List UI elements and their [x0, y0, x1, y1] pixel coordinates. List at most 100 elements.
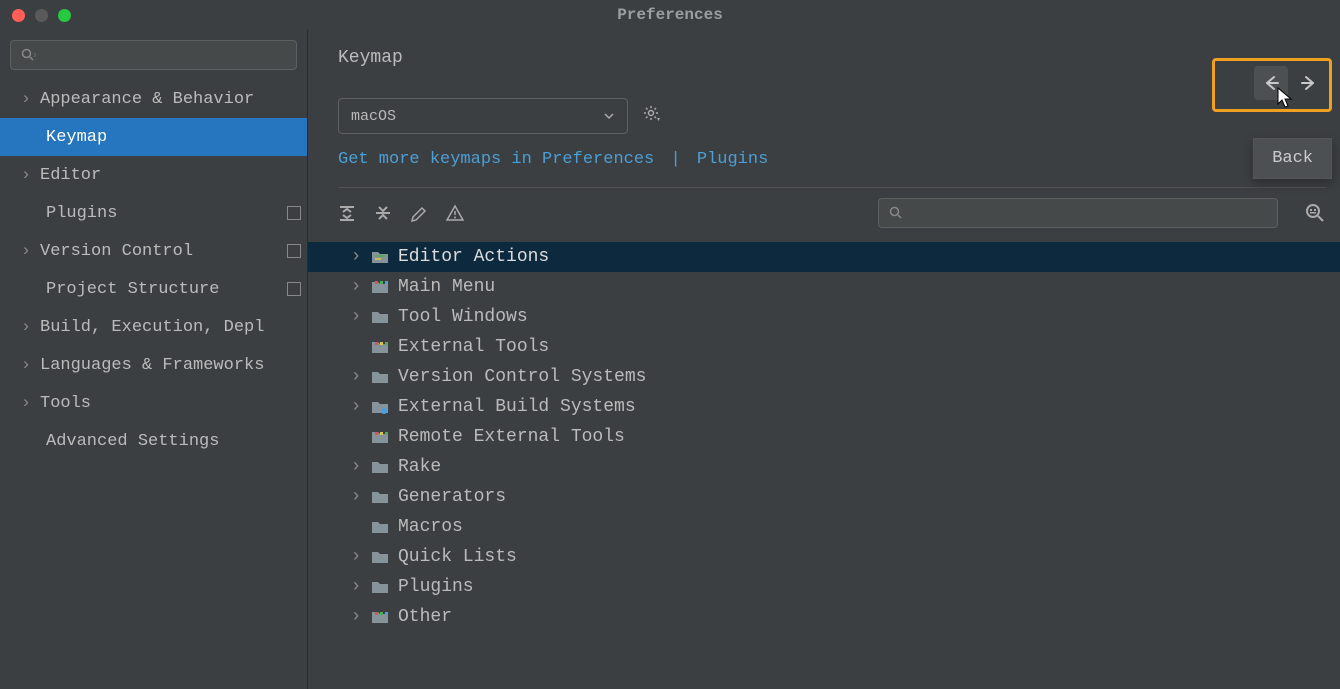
sidebar: ›Appearance & Behavior Keymap ›Editor Pl… [0, 30, 308, 689]
edit-icon[interactable] [410, 204, 428, 222]
page-title: Keymap [338, 48, 403, 68]
get-keymaps-link[interactable]: Get more keymaps in Preferences [338, 150, 654, 169]
tree-item-label: Generators [398, 487, 506, 507]
chevron-right-icon: › [350, 367, 362, 387]
tree-item-editor-actions[interactable]: › Editor Actions [308, 242, 1340, 272]
tree-item-tool-windows[interactable]: › Tool Windows [308, 302, 1340, 332]
nav-back-button[interactable] [1254, 66, 1288, 100]
tree-item-generators[interactable]: › Generators [308, 482, 1340, 512]
tree-item-main-menu[interactable]: › Main Menu [308, 272, 1340, 302]
chevron-right-icon: › [350, 397, 362, 417]
tree-item-label: Rake [398, 457, 441, 477]
traffic-lights [12, 9, 71, 22]
folder-icon [370, 519, 390, 535]
chevron-down-icon [603, 110, 615, 122]
tree-item-label: Macros [398, 517, 463, 537]
sidebar-item-advanced[interactable]: Advanced Settings [0, 422, 307, 460]
tree-item-label: Remote External Tools [398, 427, 625, 447]
actions-tree: › Editor Actions › Main Menu › Tool Wind… [308, 242, 1340, 632]
scheme-value: macOS [351, 108, 396, 125]
tree-item-label: Other [398, 607, 452, 627]
tree-item-rake[interactable]: › Rake [308, 452, 1340, 482]
tree-item-label: Editor Actions [398, 247, 549, 267]
folder-icon [370, 309, 390, 325]
chevron-right-icon: › [350, 577, 362, 597]
ext-folder-icon [370, 339, 390, 355]
warning-icon[interactable] [446, 204, 464, 222]
search-icon [20, 47, 36, 63]
tree-item-quick-lists[interactable]: › Quick Lists [308, 542, 1340, 572]
other-folder-icon [370, 609, 390, 625]
arrow-right-icon [1300, 74, 1318, 92]
chevron-right-icon: › [18, 166, 34, 185]
sidebar-item-appearance[interactable]: ›Appearance & Behavior [0, 80, 307, 118]
sidebar-item-project-structure[interactable]: Project Structure [0, 270, 307, 308]
chevron-right-icon: › [350, 277, 362, 297]
search-icon [888, 205, 904, 221]
folder-special-icon [370, 249, 390, 265]
chevron-right-icon: › [350, 487, 362, 507]
tree-item-label: External Tools [398, 337, 549, 357]
content-pane: Keymap Back macOS Get more keymaps [308, 30, 1340, 689]
sidebar-item-editor[interactable]: ›Editor [0, 156, 307, 194]
folder-icon [370, 369, 390, 385]
chevron-right-icon: › [350, 457, 362, 477]
chevron-right-icon: › [18, 356, 34, 375]
chevron-right-icon: › [350, 307, 362, 327]
tree-item-label: Quick Lists [398, 547, 517, 567]
tree-item-remote-ext[interactable]: Remote External Tools [308, 422, 1340, 452]
project-badge-icon [287, 282, 301, 296]
tree-item-plugins[interactable]: › Plugins [308, 572, 1340, 602]
tree-item-ext-build[interactable]: › External Build Systems [308, 392, 1340, 422]
folder-icon [370, 579, 390, 595]
folder-icon [370, 459, 390, 475]
plugins-link[interactable]: Plugins [697, 150, 768, 169]
titlebar: Preferences [0, 0, 1340, 30]
sidebar-item-languages[interactable]: ›Languages & Frameworks [0, 346, 307, 384]
menu-folder-icon [370, 279, 390, 295]
chevron-right-icon: › [18, 394, 34, 413]
sidebar-item-plugins[interactable]: Plugins [0, 194, 307, 232]
tree-item-external-tools[interactable]: External Tools [308, 332, 1340, 362]
scheme-settings-button[interactable] [642, 104, 662, 129]
project-badge-icon [287, 206, 301, 220]
tooltip: Back [1253, 138, 1332, 179]
tree-item-other[interactable]: › Other [308, 602, 1340, 632]
tree-item-label: Main Menu [398, 277, 495, 297]
gear-icon [642, 104, 662, 124]
close-window-button[interactable] [12, 9, 25, 22]
actions-search-input[interactable] [878, 198, 1278, 228]
sidebar-item-keymap[interactable]: Keymap [0, 118, 307, 156]
link-separator: | [670, 150, 680, 169]
expand-all-icon[interactable] [338, 204, 356, 222]
chevron-right-icon: › [350, 247, 362, 267]
chevron-right-icon: › [350, 607, 362, 627]
tree-item-label: Tool Windows [398, 307, 528, 327]
collapse-all-icon[interactable] [374, 204, 392, 222]
folder-icon [370, 549, 390, 565]
tree-item-macros[interactable]: Macros [308, 512, 1340, 542]
arrow-left-icon [1262, 74, 1280, 92]
window-title: Preferences [617, 6, 723, 24]
tree-item-label: External Build Systems [398, 397, 636, 417]
project-badge-icon [287, 244, 301, 258]
chevron-right-icon: › [18, 318, 34, 337]
tree-item-label: Version Control Systems [398, 367, 646, 387]
ext-folder-icon [370, 429, 390, 445]
minimize-window-button[interactable] [35, 9, 48, 22]
chevron-right-icon: › [18, 90, 34, 109]
chevron-right-icon: › [350, 547, 362, 567]
maximize-window-button[interactable] [58, 9, 71, 22]
nav-forward-button[interactable] [1292, 66, 1326, 100]
gear-folder-icon [370, 399, 390, 415]
tree-item-label: Plugins [398, 577, 474, 597]
find-by-shortcut-icon[interactable] [1304, 202, 1326, 224]
settings-search-input[interactable] [10, 40, 297, 70]
tree-item-vcs[interactable]: › Version Control Systems [308, 362, 1340, 392]
sidebar-item-tools[interactable]: ›Tools [0, 384, 307, 422]
sidebar-item-build[interactable]: ›Build, Execution, Depl [0, 308, 307, 346]
sidebar-item-version-control[interactable]: ›Version Control [0, 232, 307, 270]
chevron-right-icon: › [18, 242, 34, 261]
keymap-scheme-select[interactable]: macOS [338, 98, 628, 134]
folder-icon [370, 489, 390, 505]
